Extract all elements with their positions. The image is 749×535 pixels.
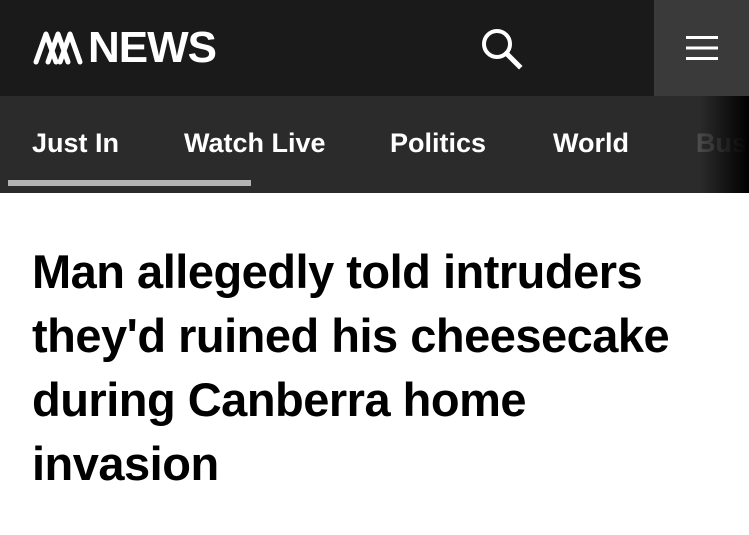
nav-item-watch-live[interactable]: Watch Live xyxy=(184,126,326,160)
article-headline: Man allegedly told intruders they'd ruin… xyxy=(32,245,670,490)
nav-item-politics[interactable]: Politics xyxy=(390,126,486,160)
nav-item-world[interactable]: World xyxy=(553,126,629,160)
nav-item-just-in[interactable]: Just In xyxy=(32,126,119,160)
hamburger-menu-icon xyxy=(685,36,718,60)
search-button[interactable] xyxy=(476,24,526,72)
menu-button[interactable] xyxy=(654,0,749,96)
section-nav: Just In Watch Live Politics World Busine… xyxy=(0,96,749,193)
abc-logo-icon xyxy=(33,31,83,65)
abc-news-logo[interactable]: NEWS xyxy=(32,23,217,72)
nav-item-business[interactable]: Business xyxy=(696,126,749,160)
site-header: NEWS xyxy=(0,0,749,96)
logo-text: NEWS xyxy=(88,23,217,72)
active-tab-indicator xyxy=(8,180,251,186)
search-icon xyxy=(482,29,523,70)
